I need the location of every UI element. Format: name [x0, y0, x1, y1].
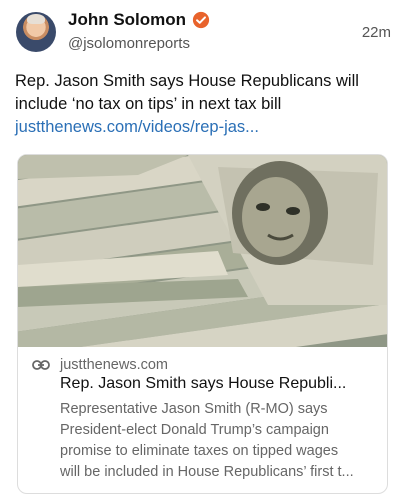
post-link[interactable]: justthenews.com/videos/rep-jas...: [15, 116, 391, 139]
card-description-line: President-elect Donald Trump’s campaign: [60, 422, 329, 438]
verified-badge-icon: [192, 11, 210, 29]
post-timestamp[interactable]: 22m: [362, 24, 391, 41]
card-image: [18, 155, 387, 347]
card-domain: justthenews.com: [60, 357, 168, 373]
author-handle[interactable]: @jsolomonreports: [68, 35, 190, 52]
card-meta: justthenews.com Rep. Jason Smith says Ho…: [18, 347, 387, 483]
avatar[interactable]: [16, 12, 56, 52]
card-title[interactable]: Rep. Jason Smith says House Republi...: [32, 375, 377, 393]
card-domain-row: justthenews.com: [32, 357, 377, 373]
card-description: Representative Jason Smith (R-MO) says P…: [32, 399, 377, 483]
card-description-line: Representative Jason Smith (R-MO) says: [60, 401, 328, 417]
post-body: Rep. Jason Smith says House Republicans …: [15, 72, 359, 113]
author-name[interactable]: John Solomon: [68, 10, 186, 30]
post-text: Rep. Jason Smith says House Republicans …: [15, 70, 391, 139]
author-row: John Solomon: [68, 10, 210, 30]
link-icon: [32, 360, 50, 370]
post-header: John Solomon @jsolomonreports 22m: [14, 8, 391, 64]
link-preview-card[interactable]: justthenews.com Rep. Jason Smith says Ho…: [17, 154, 388, 494]
card-description-line: promise to eliminate taxes on tipped wag…: [60, 443, 339, 459]
money-image: [18, 155, 387, 347]
card-description-line: will be included in House Republicans’ f…: [60, 464, 354, 480]
